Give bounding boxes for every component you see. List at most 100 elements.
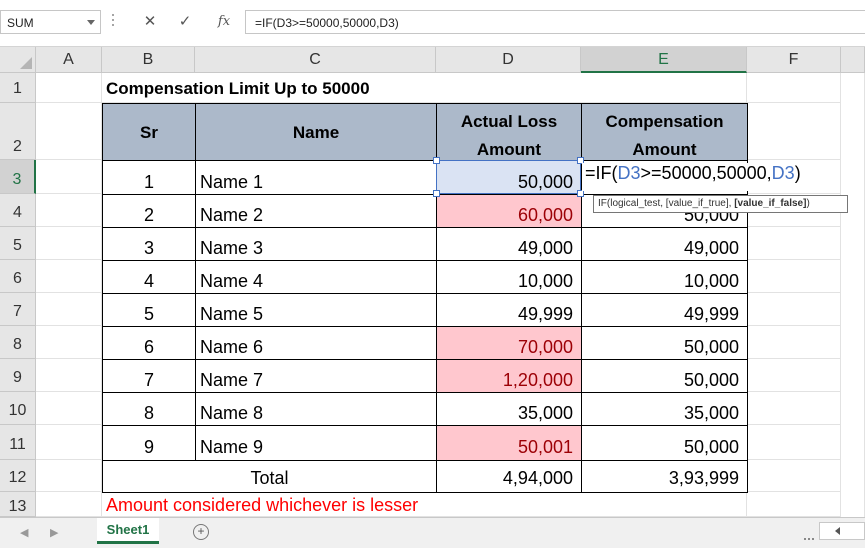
actual-loss-cell[interactable]: 35,000	[436, 392, 582, 426]
cell-a12[interactable]	[36, 460, 102, 492]
cell-f5[interactable]	[747, 227, 841, 260]
row-header-9[interactable]: 9	[0, 359, 36, 392]
cell-a9[interactable]	[36, 359, 102, 392]
tab-sheet1[interactable]: Sheet1	[97, 518, 159, 544]
insert-function-icon[interactable]: fx	[213, 12, 235, 32]
compensation-cell[interactable]: 35,000	[581, 392, 748, 426]
row-header-10[interactable]: 10	[0, 392, 36, 425]
name-cell[interactable]: Name 7	[195, 359, 437, 393]
name-box[interactable]: SUM	[0, 10, 101, 34]
compensation-cell[interactable]: 50,000	[581, 425, 748, 461]
row-header-4[interactable]: 4	[0, 194, 36, 227]
sr-cell[interactable]: 8	[102, 392, 196, 426]
total-label-cell[interactable]: Total	[102, 460, 437, 493]
row-header-3[interactable]: 3	[0, 160, 36, 194]
select-all-corner[interactable]	[0, 47, 36, 73]
column-header-d[interactable]: D	[436, 47, 581, 73]
cancel-icon[interactable]: ✕	[139, 12, 161, 32]
compensation-cell[interactable]: 49,999	[581, 293, 748, 327]
cell-a11[interactable]	[36, 425, 102, 460]
in-cell-formula-editor[interactable]: =IF(D3>=50000,50000,D3)	[582, 163, 812, 191]
sr-cell[interactable]: 6	[102, 326, 196, 360]
column-header-f[interactable]: F	[747, 47, 841, 73]
actual-loss-cell[interactable]: 49,000	[436, 227, 582, 261]
cell-a6[interactable]	[36, 260, 102, 293]
actual-loss-cell[interactable]: 10,000	[436, 260, 582, 294]
row-header-5[interactable]: 5	[0, 227, 36, 260]
cell-d3-value: 50,000	[517, 172, 573, 192]
cell-f7[interactable]	[747, 293, 841, 326]
actual-loss-cell[interactable]: 70,000	[436, 326, 582, 360]
compensation-cell[interactable]: 10,000	[581, 260, 748, 294]
actual-loss-cell[interactable]: 49,999	[436, 293, 582, 327]
name-cell[interactable]: Name 6	[195, 326, 437, 360]
add-sheet-icon[interactable]: +	[193, 524, 209, 540]
column-header-a[interactable]: A	[36, 47, 102, 73]
header-actual-loss[interactable]: Actual Loss Amount	[436, 103, 582, 161]
name-cell[interactable]: Name 1	[195, 160, 437, 195]
header-sr[interactable]: Sr	[102, 103, 196, 161]
name-cell[interactable]: Name 3	[195, 227, 437, 261]
cell-a3[interactable]	[36, 160, 102, 194]
cell-f8[interactable]	[747, 326, 841, 359]
column-header-c[interactable]: C	[195, 47, 436, 73]
cell-f9[interactable]	[747, 359, 841, 392]
sr-cell[interactable]: 1	[102, 160, 196, 195]
total-comp-cell[interactable]: 3,93,999	[581, 460, 748, 493]
cell-a13[interactable]	[36, 492, 102, 517]
name-cell[interactable]: Name 4	[195, 260, 437, 294]
horizontal-scrollbar[interactable]	[819, 522, 865, 540]
actual-loss-cell[interactable]: 50,001	[436, 425, 582, 461]
row-header-1[interactable]: 1	[0, 73, 36, 103]
compensation-cell[interactable]: 49,000	[581, 227, 748, 261]
tab-splitter[interactable]	[804, 527, 816, 545]
cell-f6[interactable]	[747, 260, 841, 293]
cell-f1[interactable]	[747, 73, 841, 103]
cell-f11[interactable]	[747, 425, 841, 460]
sr-cell[interactable]: 2	[102, 194, 196, 228]
row-header-13[interactable]: 13	[0, 492, 36, 517]
actual-loss-cell[interactable]: 1,20,000	[436, 359, 582, 393]
cell-f12[interactable]	[747, 460, 841, 492]
name-cell[interactable]: Name 2	[195, 194, 437, 228]
sr-cell[interactable]: 5	[102, 293, 196, 327]
cell-a8[interactable]	[36, 326, 102, 359]
cell-a1[interactable]	[36, 73, 102, 103]
name-cell[interactable]: Name 5	[195, 293, 437, 327]
cell-f13[interactable]	[747, 492, 841, 517]
scroll-left-arrow-icon[interactable]	[835, 527, 840, 535]
compensation-cell[interactable]: 50,000	[581, 326, 748, 360]
row-header-2[interactable]: 2	[0, 103, 36, 160]
tab-scroll-left-icon[interactable]: ◀	[20, 526, 28, 539]
sr-cell[interactable]: 4	[102, 260, 196, 294]
header-name[interactable]: Name	[195, 103, 437, 161]
enter-icon[interactable]: ✓	[174, 12, 196, 32]
name-cell[interactable]: Name 9	[195, 425, 437, 461]
formula-part: >=50000,50000,	[640, 163, 772, 183]
name-box-dropdown-icon[interactable]	[87, 20, 95, 25]
cell-f2[interactable]	[747, 103, 841, 160]
cell-a10[interactable]	[36, 392, 102, 425]
row-header-7[interactable]: 7	[0, 293, 36, 326]
total-actual-cell[interactable]: 4,94,000	[436, 460, 582, 493]
row-header-6[interactable]: 6	[0, 260, 36, 293]
formula-input[interactable]: =IF(D3>=50000,50000,D3)	[245, 10, 865, 34]
row-header-12[interactable]: 12	[0, 460, 36, 492]
sr-cell[interactable]: 3	[102, 227, 196, 261]
tab-scroll-right-icon[interactable]: ▶	[50, 526, 58, 539]
cell-a7[interactable]	[36, 293, 102, 326]
row-header-8[interactable]: 8	[0, 326, 36, 359]
actual-loss-cell[interactable]: 60,000	[436, 194, 582, 228]
sr-cell[interactable]: 7	[102, 359, 196, 393]
row-header-11[interactable]: 11	[0, 425, 36, 460]
sr-cell[interactable]: 9	[102, 425, 196, 461]
header-compensation[interactable]: Compensation Amount	[581, 103, 748, 161]
cell-a2[interactable]	[36, 103, 102, 160]
column-header-e[interactable]: E	[581, 47, 747, 73]
cell-a5[interactable]	[36, 227, 102, 260]
name-cell[interactable]: Name 8	[195, 392, 437, 426]
cell-a4[interactable]	[36, 194, 102, 227]
cell-f10[interactable]	[747, 392, 841, 425]
compensation-cell[interactable]: 50,000	[581, 359, 748, 393]
column-header-b[interactable]: B	[102, 47, 195, 73]
